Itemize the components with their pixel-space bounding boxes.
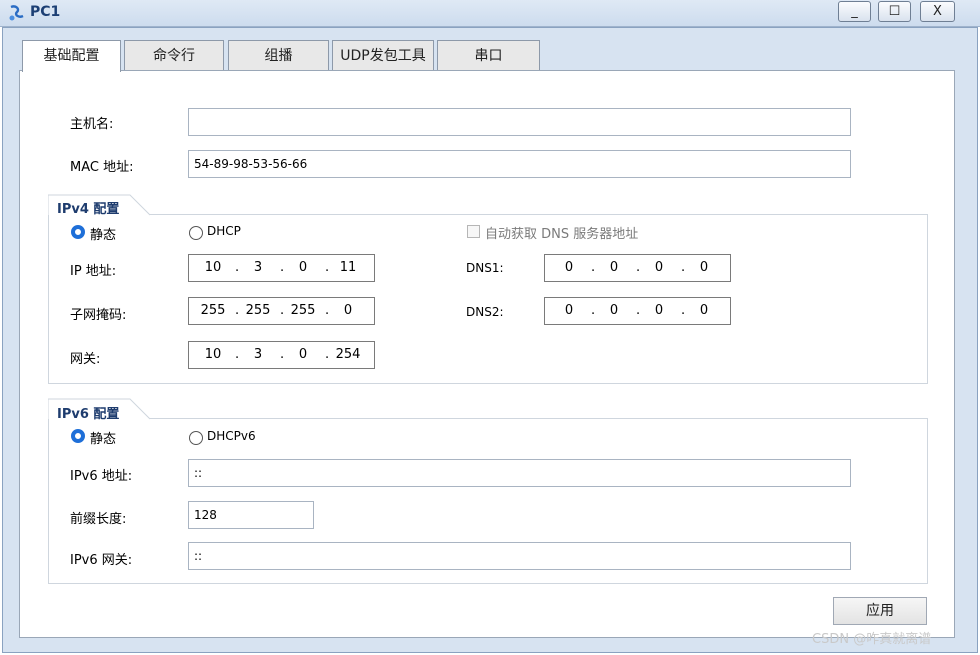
tab-command-line[interactable]: 命令行 (124, 40, 224, 71)
ipv6-address-input[interactable]: :: (188, 459, 851, 487)
ipv6-gateway-label: IPv6 网关: (70, 553, 133, 568)
ipv4-static-label: 静态 (90, 228, 117, 243)
ipv6-dhcpv6-radio[interactable] (189, 431, 203, 445)
tab-basic-config[interactable]: 基础配置 (22, 40, 121, 72)
tab-serial[interactable]: 串口 (437, 40, 540, 71)
hostname-input[interactable] (188, 108, 851, 136)
ipv6-static-radio[interactable] (71, 429, 85, 443)
subnet-mask-input[interactable]: 255. 255. 255. 0 (188, 297, 375, 325)
ip-address-input[interactable]: 10. 3. 0. 11 (188, 254, 375, 282)
mac-label: MAC 地址: (70, 160, 134, 175)
ipv4-dhcp-radio[interactable] (189, 226, 203, 240)
prefix-length-label: 前缀长度: (70, 512, 127, 527)
ipv6-address-label: IPv6 地址: (70, 469, 133, 484)
tab-multicast[interactable]: 组播 (228, 40, 329, 71)
title-bar[interactable]: PC1 _ ☐ X (0, 0, 980, 27)
dns1-label: DNS1: (466, 261, 504, 275)
ipv4-dhcp-label: DHCP (207, 224, 241, 238)
ipv4-static-radio[interactable] (71, 225, 85, 239)
dns2-label: DNS2: (466, 305, 504, 319)
ip-address-label: IP 地址: (70, 264, 117, 279)
ipv6-static-label: 静态 (90, 432, 117, 447)
prefix-length-input[interactable]: 128 (188, 501, 314, 529)
mac-input[interactable]: 54-89-98-53-56-66 (188, 150, 851, 178)
hostname-label: 主机名: (70, 117, 114, 132)
apply-button[interactable]: 应用 (833, 597, 927, 625)
gateway-label: 网关: (70, 352, 101, 367)
auto-dns-label: 自动获取 DNS 服务器地址 (485, 227, 639, 242)
ipv6-dhcpv6-label: DHCPv6 (207, 429, 256, 443)
ipv4-group-label: IPv4 配置 (57, 198, 120, 217)
app-icon (9, 5, 24, 21)
close-button[interactable]: X (920, 1, 955, 22)
ipv6-group-label: IPv6 配置 (57, 403, 120, 422)
dns2-input[interactable]: 0. 0. 0. 0 (544, 297, 731, 325)
gateway-input[interactable]: 10. 3. 0. 254 (188, 341, 375, 369)
window-title: PC1 (30, 4, 61, 20)
minimize-button[interactable]: _ (838, 1, 871, 22)
tab-udp-tool[interactable]: UDP发包工具 (332, 40, 434, 71)
maximize-button[interactable]: ☐ (878, 1, 911, 22)
watermark: CSDN @咋真就离谱 (812, 632, 932, 647)
ipv6-gateway-input[interactable]: :: (188, 542, 851, 570)
dns1-input[interactable]: 0. 0. 0. 0 (544, 254, 731, 282)
subnet-mask-label: 子网掩码: (70, 308, 127, 323)
auto-dns-checkbox[interactable] (467, 225, 480, 238)
